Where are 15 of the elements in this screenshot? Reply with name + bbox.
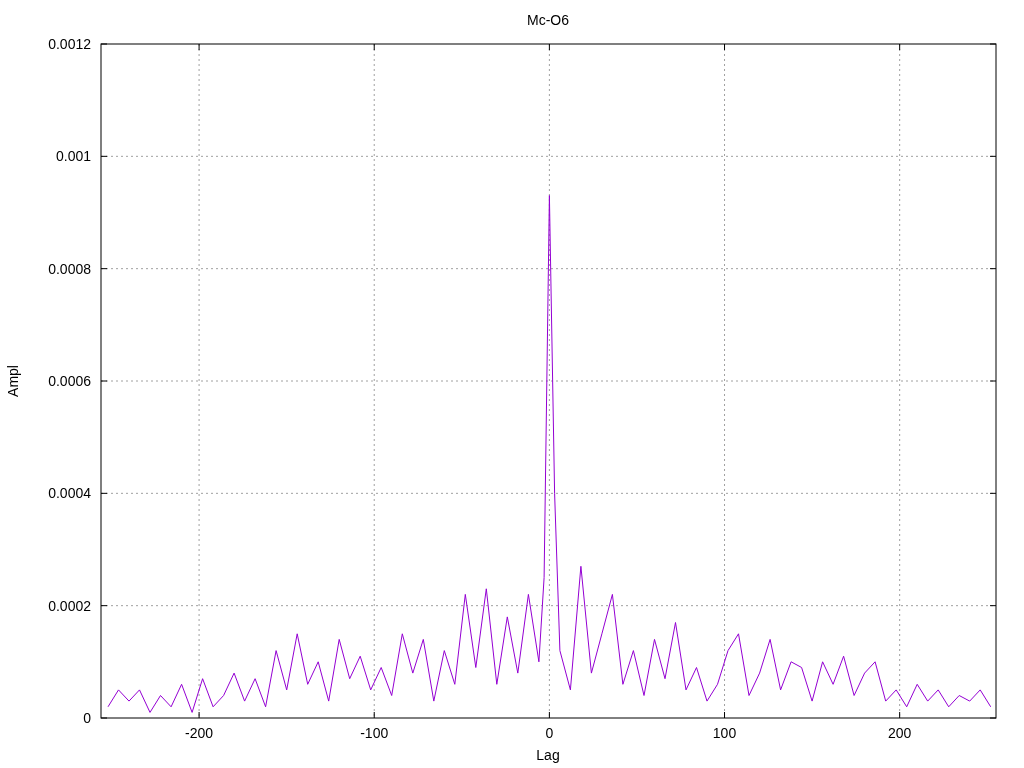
x-tick-label: 0 (545, 725, 554, 741)
y-axis-label: Ampl (5, 365, 21, 397)
y-tick-label: 0.001 (55, 148, 91, 165)
x-axis-label: Lag (536, 747, 560, 763)
y-tick-label: 0.0012 (48, 36, 91, 52)
y-tick-label: 0.0004 (48, 485, 91, 502)
y-tick-label: 0.0002 (48, 597, 91, 614)
x-tick-label: -200 (185, 725, 214, 741)
x-tick-label: -100 (360, 725, 389, 741)
x-tick-label: 100 (712, 725, 737, 741)
y-tick-label: 0.0006 (48, 373, 91, 389)
chart-title: Mc-O6 (527, 12, 569, 28)
y-tick-label: 0.0008 (48, 260, 91, 277)
x-tick-label: 200 (888, 725, 912, 741)
y-tick-label: 0 (83, 710, 91, 726)
